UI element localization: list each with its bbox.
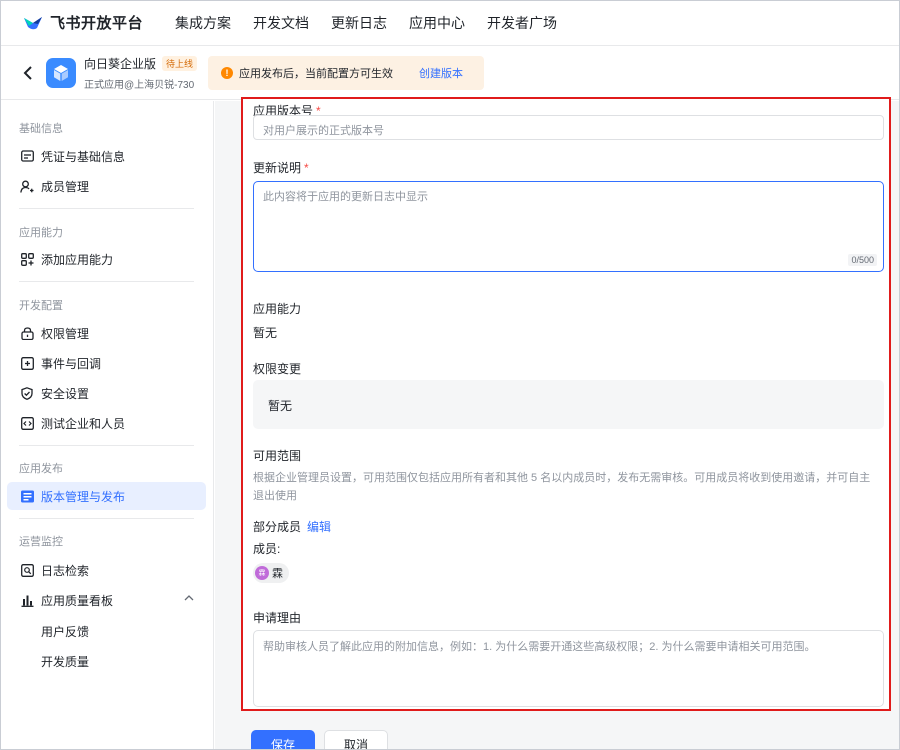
warning-icon: ! — [221, 67, 233, 79]
nav-integration[interactable]: 集成方案 — [175, 13, 231, 33]
cancel-button[interactable]: 取消 — [324, 730, 388, 750]
permission-change-box: 暂无 — [253, 380, 884, 429]
sidebar: 基础信息 凭证与基础信息 成员管理 应用能力 添加应用能力 开发配置 权限管理 … — [0, 101, 214, 750]
version-input[interactable]: 对用户展示的正式版本号 — [253, 115, 884, 140]
notice-text: 应用发布后，当前配置方可生效 — [239, 68, 393, 80]
sidebar-item-version-publish[interactable]: 版本管理与发布 — [7, 482, 206, 510]
sidebar-item-label: 权限管理 — [41, 326, 90, 341]
main-content: 应用版本号 * 对用户展示的正式版本号 更新说明 * 此内容将于应用的更新日志中显示… — [215, 97, 900, 750]
sidebar-item-events[interactable]: 事件与回调 — [7, 349, 206, 377]
nav-docs[interactable]: 开发文档 — [253, 13, 309, 33]
sidebar-item-add-capability[interactable]: 添加应用能力 — [7, 245, 206, 273]
back-arrow-icon[interactable] — [18, 63, 38, 83]
save-button[interactable]: 保存 — [251, 730, 315, 750]
sidebar-divider — [19, 208, 194, 209]
edit-scope-link[interactable]: 编辑 — [307, 520, 331, 534]
sidebar-item-credentials[interactable]: 凭证与基础信息 — [7, 142, 206, 170]
sidebar-item-label: 安全设置 — [41, 386, 90, 401]
section-app-capability: 应用能力 — [19, 227, 63, 239]
chevron-up-icon[interactable] — [184, 594, 194, 602]
sidebar-item-permissions[interactable]: 权限管理 — [7, 319, 206, 347]
section-dev-config: 开发配置 — [19, 300, 63, 312]
shield-check-icon — [20, 386, 34, 400]
sidebar-item-test-tenant[interactable]: 测试企业和人员 — [7, 409, 206, 437]
sidebar-subitem-user-feedback[interactable]: 用户反馈 — [41, 623, 89, 640]
sidebar-item-security[interactable]: 安全设置 — [7, 379, 206, 407]
app-cube-icon — [46, 57, 76, 88]
sidebar-item-quality-board[interactable]: 应用质量看板 — [7, 586, 206, 614]
sidebar-item-label: 版本管理与发布 — [41, 489, 126, 504]
sidebar-item-label: 添加应用能力 — [41, 252, 114, 267]
sidebar-item-label: 测试企业和人员 — [41, 416, 126, 431]
capability-value: 暂无 — [253, 326, 278, 340]
app-subtitle: 正式应用@上海贝锐-730 — [84, 79, 195, 91]
sidebar-item-label: 事件与回调 — [41, 356, 102, 371]
code-box-icon — [20, 416, 34, 430]
sidebar-item-label: 成员管理 — [41, 179, 90, 194]
members-label: 成员: — [253, 542, 281, 556]
permission-change-label: 权限变更 — [253, 362, 302, 376]
version-form: 应用版本号 * 对用户展示的正式版本号 更新说明 * 此内容将于应用的更新日志中显示… — [241, 97, 891, 711]
sidebar-item-log-search[interactable]: 日志检索 — [7, 556, 206, 584]
logo[interactable]: 飞书开放平台 — [22, 12, 143, 33]
nav-app-center[interactable]: 应用中心 — [409, 13, 465, 33]
log-search-icon — [20, 563, 34, 577]
sidebar-item-label: 凭证与基础信息 — [41, 149, 126, 164]
bar-chart-icon — [20, 593, 34, 607]
reason-label: 申请理由 — [253, 611, 302, 625]
sidebar-divider — [19, 518, 194, 519]
create-version-link[interactable]: 创建版本 — [419, 65, 463, 81]
notes-label: 更新说明 * — [253, 161, 309, 175]
scope-value: 部分成员 编辑 — [253, 520, 332, 534]
app-status-badge: 待上线 — [162, 55, 198, 71]
grid-plus-icon — [20, 252, 34, 266]
sidebar-divider — [19, 445, 194, 446]
avatar: 霖 — [255, 566, 269, 580]
scope-label: 可用范围 — [253, 449, 302, 463]
publish-notice: ! 应用发布后，当前配置方可生效 创建版本 — [208, 56, 484, 90]
section-monitoring: 运营监控 — [19, 536, 63, 548]
member-name: 霖 — [272, 568, 283, 580]
feishu-logo-icon — [24, 16, 42, 29]
section-basic-info: 基础信息 — [19, 123, 63, 135]
nav-changelog[interactable]: 更新日志 — [331, 13, 387, 33]
id-card-icon — [20, 149, 34, 163]
user-add-icon — [20, 179, 34, 193]
sidebar-item-label: 日志检索 — [41, 563, 90, 578]
app-name: 向日葵企业版 — [84, 56, 157, 71]
sidebar-item-label: 应用质量看板 — [41, 593, 114, 608]
sidebar-divider — [19, 281, 194, 282]
capability-label: 应用能力 — [253, 302, 302, 316]
char-counter: 0/500 — [848, 254, 877, 266]
sidebar-subitem-dev-quality[interactable]: 开发质量 — [41, 653, 89, 670]
notes-textarea[interactable]: 此内容将于应用的更新日志中显示 0/500 — [253, 181, 884, 272]
member-chip[interactable]: 霖 霖 — [253, 563, 289, 583]
sidebar-item-members[interactable]: 成员管理 — [7, 172, 206, 200]
reason-textarea[interactable]: 帮助审核人员了解此应用的附加信息，例如：1. 为什么需要开通这些高级权限；2. … — [253, 630, 884, 707]
event-box-icon — [20, 356, 34, 370]
section-app-publish: 应用发布 — [19, 463, 63, 475]
version-icon — [20, 489, 34, 503]
app-header: 向日葵企业版 待上线 正式应用@上海贝锐-730 ! 应用发布后，当前配置方可生… — [0, 46, 900, 100]
lock-icon — [20, 326, 34, 340]
top-navigation: 飞书开放平台 集成方案 开发文档 更新日志 应用中心 开发者广场 — [0, 0, 900, 46]
nav-developer-plaza[interactable]: 开发者广场 — [487, 13, 557, 33]
scope-description: 根据企业管理员设置，可用范围仅包括应用所有者和其他 5 名以内成员时，发布无需审… — [253, 472, 871, 502]
logo-text: 飞书开放平台 — [50, 15, 144, 32]
